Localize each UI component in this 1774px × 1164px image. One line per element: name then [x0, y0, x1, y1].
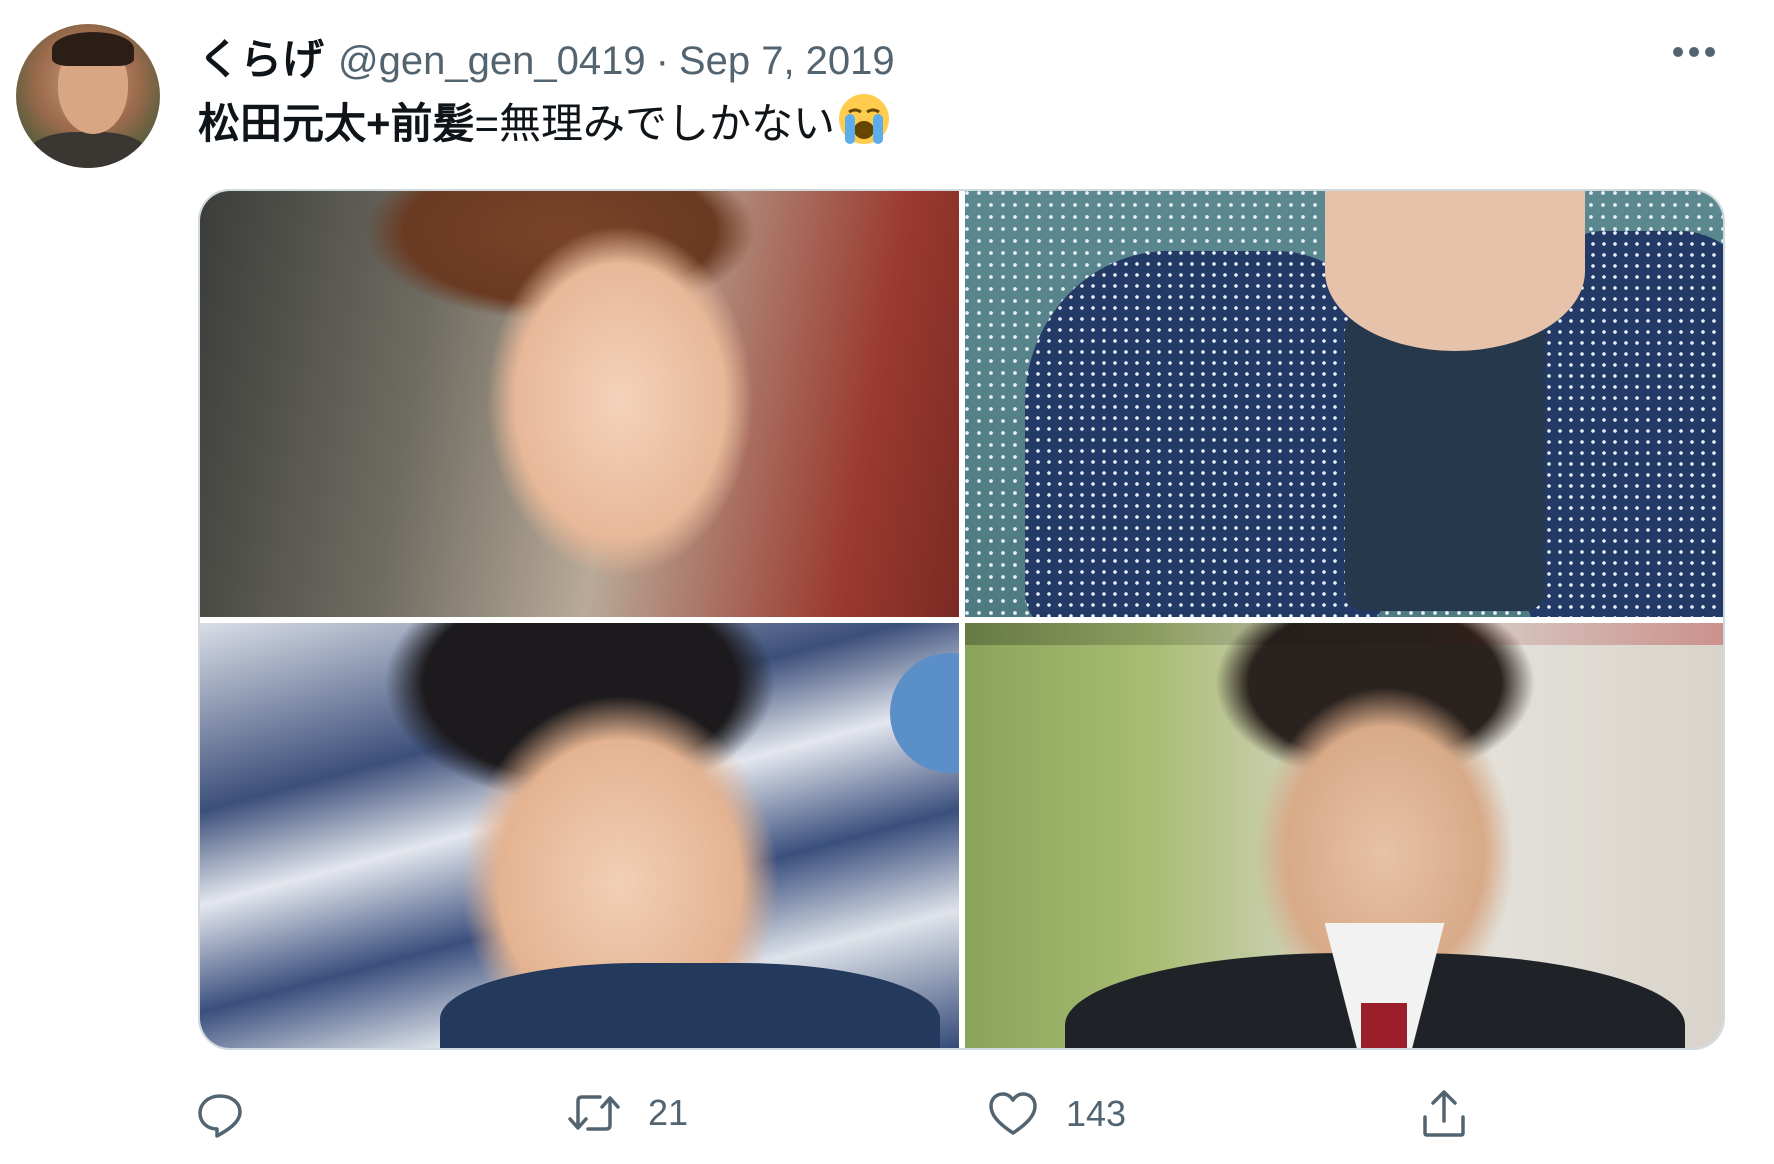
avatar[interactable]: [16, 24, 160, 168]
photo-4[interactable]: [964, 622, 1723, 1048]
retweet-icon: [568, 1095, 620, 1131]
photo-4-caption-band: [964, 622, 1723, 645]
more-horizontal-icon: [1673, 47, 1715, 57]
loudly-crying-face-emoji: [837, 92, 891, 162]
photo-2-neck: [1324, 191, 1585, 351]
tweet-header: くらげ @gen_gen_0419 · Sep 7, 2019: [198, 26, 895, 84]
photo-1[interactable]: [200, 191, 959, 617]
share-button[interactable]: [1420, 1089, 1468, 1139]
media-grid: [198, 189, 1725, 1050]
tweet-text-bold: 松田元太+前髪: [198, 100, 475, 148]
more-options-button[interactable]: [1664, 32, 1724, 72]
share-icon: [1423, 1090, 1465, 1137]
photo-3[interactable]: [200, 622, 959, 1048]
photo-3-shirt: [440, 962, 940, 1048]
action-bar: 21 143: [0, 1085, 1774, 1145]
reply-button[interactable]: [196, 1091, 272, 1139]
retweet-button[interactable]: 21: [568, 1091, 688, 1135]
photo-2[interactable]: [964, 191, 1723, 617]
photo-2-shirt-left: [1024, 251, 1385, 617]
reply-icon: [198, 1094, 242, 1138]
tweet: くらげ @gen_gen_0419 · Sep 7, 2019 松田元太+前髪=…: [0, 0, 1774, 1164]
like-button[interactable]: 143: [988, 1091, 1126, 1137]
display-name[interactable]: くらげ: [198, 26, 324, 87]
photo-3-blue-circle: [890, 652, 959, 773]
tweet-date[interactable]: Sep 7, 2019: [679, 39, 895, 84]
tweet-text: 松田元太+前髪=無理みでしかない: [198, 92, 891, 162]
avatar-hair: [52, 32, 134, 66]
like-count: 143: [1066, 1093, 1127, 1134]
avatar-shirt: [26, 132, 150, 168]
retweet-count: 21: [648, 1092, 689, 1133]
tweet-text-rest: =無理みでしかない: [474, 100, 836, 148]
user-handle[interactable]: @gen_gen_0419: [338, 39, 646, 84]
photo-4-tie: [1360, 1002, 1407, 1048]
heart-icon: [989, 1092, 1037, 1135]
photo-2-tee: [1344, 311, 1545, 611]
separator-dot: ·: [655, 39, 669, 83]
